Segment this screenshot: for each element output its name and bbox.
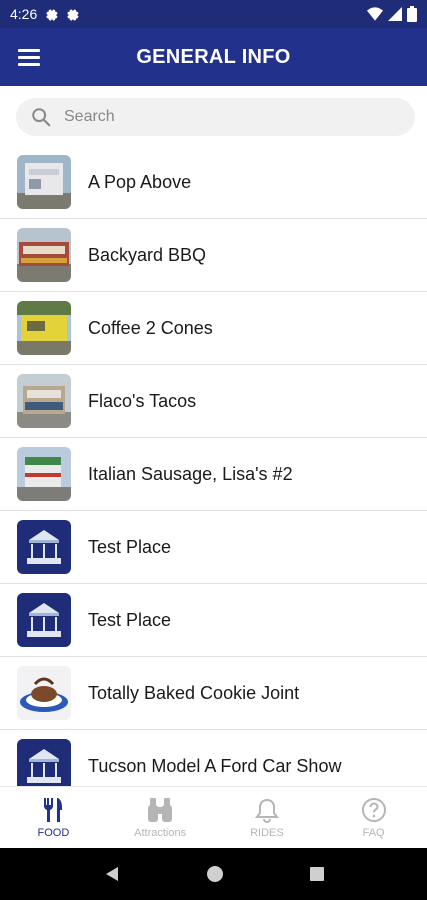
vendor-photo — [17, 666, 71, 720]
bell-icon — [254, 798, 279, 823]
vendor-list: A Pop Above Backyard BBQ Coffee 2 Cones … — [0, 146, 427, 786]
list-item[interactable]: Test Place — [0, 584, 427, 657]
settings-gear-icon — [46, 9, 58, 21]
list-item-label: Tucson Model A Ford Car Show — [88, 755, 342, 776]
battery-icon — [407, 6, 417, 22]
list-item[interactable]: Totally Baked Cookie Joint — [0, 657, 427, 730]
list-item[interactable]: Tucson Model A Ford Car Show — [0, 730, 427, 786]
app-bar: GENERAL INFO — [0, 28, 427, 86]
bottom-nav: FOOD Attractions RIDES FAQ — [0, 786, 427, 848]
vendor-photo — [17, 447, 71, 501]
recents-icon[interactable] — [309, 866, 325, 882]
list-item-label: Test Place — [88, 609, 172, 630]
nav-label: Attractions — [134, 826, 187, 839]
settings-gear-icon — [67, 9, 79, 21]
vendor-photo — [17, 155, 71, 209]
fork-knife-icon — [44, 797, 63, 822]
nav-tab-attractions[interactable]: Attractions — [107, 787, 214, 848]
back-icon[interactable] — [103, 865, 121, 883]
list-item-label: Test Place — [88, 536, 172, 557]
search-input[interactable] — [64, 108, 384, 126]
list-item[interactable]: Test Place — [0, 511, 427, 584]
list-item-label: Italian Sausage, Lisa's #2 — [88, 463, 293, 484]
fair-logo — [17, 520, 71, 574]
list-item-label: A Pop Above — [88, 171, 192, 192]
list-item[interactable]: Coffee 2 Cones — [0, 292, 427, 365]
cell-signal-icon — [388, 7, 402, 21]
search-bar[interactable] — [16, 98, 415, 136]
nav-label: FOOD — [37, 826, 70, 839]
question-circle-icon — [361, 797, 386, 822]
list-item[interactable]: Flaco's Tacos — [0, 365, 427, 438]
search-icon — [32, 108, 51, 127]
vendor-photo — [17, 228, 71, 282]
binoculars-icon — [148, 797, 173, 822]
nav-tab-food[interactable]: FOOD — [0, 787, 107, 848]
menu-icon[interactable] — [18, 44, 44, 70]
wifi-icon — [367, 7, 383, 21]
nav-label: RIDES — [250, 826, 284, 839]
list-item-label: Totally Baked Cookie Joint — [88, 682, 300, 703]
list-item[interactable]: Italian Sausage, Lisa's #2 — [0, 438, 427, 511]
vendor-photo — [17, 374, 71, 428]
nav-tab-rides[interactable]: RIDES — [214, 787, 321, 848]
list-item-label: Coffee 2 Cones — [88, 317, 213, 338]
fair-logo — [17, 739, 71, 786]
list-item[interactable]: Backyard BBQ — [0, 219, 427, 292]
page-title: GENERAL INFO — [136, 45, 291, 68]
nav-tab-faq[interactable]: FAQ — [320, 787, 427, 848]
list-item-label: Backyard BBQ — [88, 244, 207, 265]
vendor-photo — [17, 301, 71, 355]
nav-label: FAQ — [362, 826, 385, 839]
list-item-label: Flaco's Tacos — [88, 390, 197, 411]
list-item[interactable]: A Pop Above — [0, 146, 427, 219]
status-bar: 4:26 — [0, 0, 427, 28]
system-nav-bar — [0, 848, 427, 900]
fair-logo — [17, 593, 71, 647]
home-icon[interactable] — [206, 865, 224, 883]
status-time: 4:26 — [10, 6, 38, 22]
